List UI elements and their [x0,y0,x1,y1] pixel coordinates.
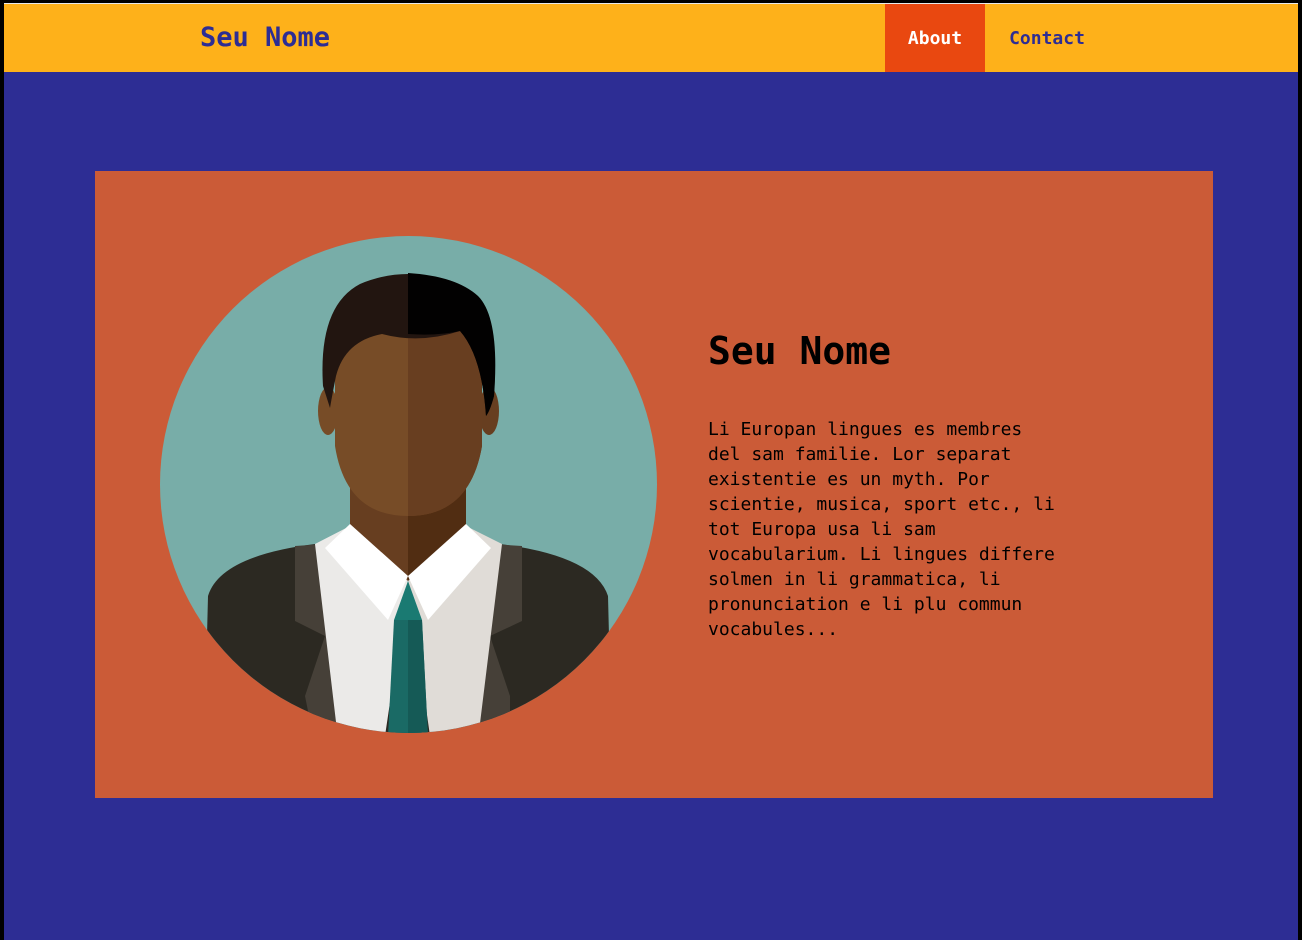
profile-name-heading: Seu Nome [708,329,892,373]
person-avatar-icon [160,236,657,733]
nav-contact-link[interactable]: Contact [985,4,1109,72]
navbar: Seu Nome About Contact [4,4,1298,72]
profile-card: Seu Nome Li Europan lingues es membres d… [95,171,1213,798]
nav-about-link[interactable]: About [885,4,985,72]
profile-bio-text: Li Europan lingues es membres del sam fa… [708,419,1055,640]
brand-logo-link[interactable]: Seu Nome [200,22,330,54]
page: Seu Nome About Contact Seu Nome Li Europ… [4,4,1298,940]
